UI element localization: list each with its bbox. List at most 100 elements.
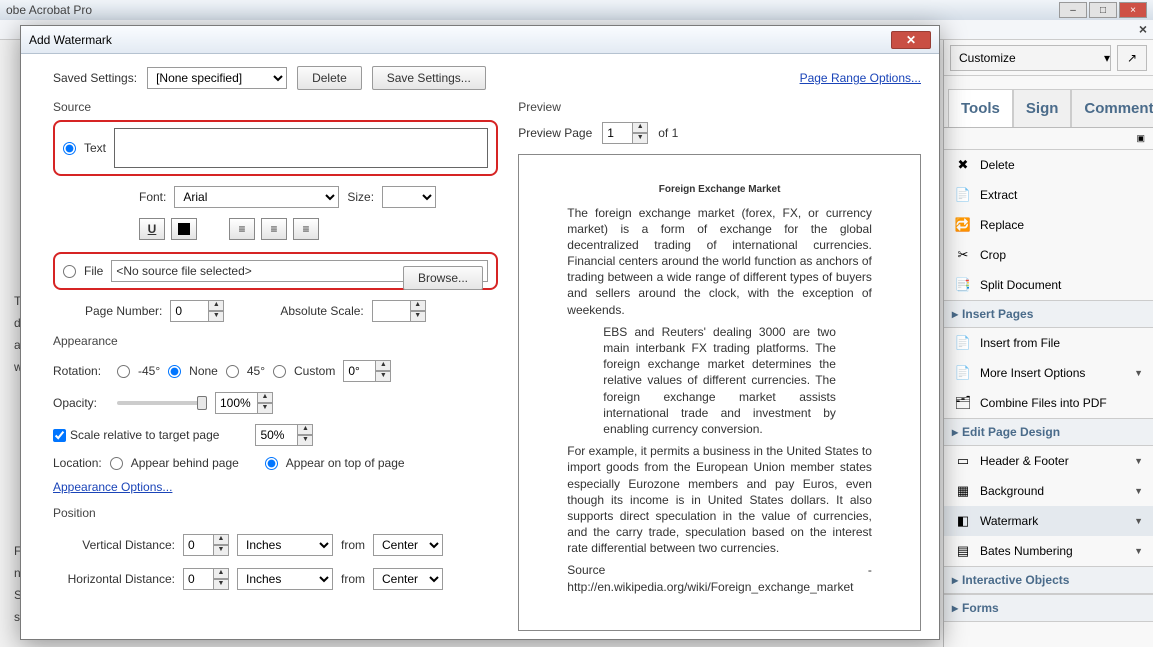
preview-text: The foreign exchange market (forex, FX, … (567, 205, 872, 318)
chevron-down-icon: ▾ (1104, 51, 1110, 65)
opacity-slider[interactable] (117, 401, 207, 405)
text-color-button[interactable] (171, 218, 197, 240)
panel-heading-forms[interactable]: ▸Forms (944, 594, 1153, 622)
panel-item-bates-numbering[interactable]: ▤Bates Numbering▼ (944, 536, 1153, 566)
rotation-none-radio[interactable] (168, 365, 181, 378)
panel-item-label: Crop (980, 248, 1006, 262)
panel-item-crop[interactable]: ✂Crop (944, 240, 1153, 270)
preview-page-spinner[interactable]: ▲▼ (632, 122, 648, 144)
panel-item-replace[interactable]: 🔁Replace (944, 210, 1153, 240)
rotation-custom-radio[interactable] (273, 365, 286, 378)
vdist-unit-select[interactable]: Inches (237, 534, 333, 556)
appearance-options-link[interactable]: Appearance Options... (53, 480, 498, 494)
tab-comment[interactable]: Comment (1071, 89, 1153, 127)
rotation-value-input[interactable] (343, 360, 375, 382)
opacity-spinner[interactable]: ▲▼ (257, 392, 273, 414)
tab-tools[interactable]: Tools (948, 89, 1013, 127)
customize-label: Customize (959, 51, 1016, 65)
scale-value-input[interactable] (255, 424, 297, 446)
hdist-unit-select[interactable]: Inches (237, 568, 333, 590)
preview-text: For example, it permits a business in th… (567, 443, 872, 556)
align-left-button[interactable]: ≡ (229, 218, 255, 240)
chevron-icon: ▸ (952, 307, 958, 321)
panel-item-label: Watermark (980, 514, 1038, 528)
panel-item-extract[interactable]: 📄Extract (944, 180, 1153, 210)
browse-button[interactable]: Browse... (403, 266, 483, 290)
source-text-label: Text (84, 141, 106, 155)
vertical-distance-input[interactable] (183, 534, 213, 556)
panel-item-icon: ◧ (954, 512, 972, 530)
source-text-radio[interactable] (63, 142, 76, 155)
dialog-titlebar: Add Watermark ✕ (21, 26, 939, 54)
panel-item-combine-files-into-pdf[interactable]: 🗂Combine Files into PDF (944, 388, 1153, 418)
size-select[interactable] (382, 186, 436, 208)
panel-item-header-footer[interactable]: ▭Header & Footer▼ (944, 446, 1153, 476)
scale-relative-checkbox-wrap[interactable]: Scale relative to target page (53, 428, 219, 442)
panel-item-icon: 📑 (954, 276, 972, 294)
saved-settings-select[interactable]: [None specified] (147, 67, 287, 89)
tab-sign[interactable]: Sign (1013, 89, 1072, 127)
font-select[interactable]: Arial (174, 186, 339, 208)
location-ontop-radio[interactable] (265, 457, 278, 470)
hdist-spinner[interactable]: ▲▼ (213, 568, 229, 590)
slider-thumb[interactable] (197, 396, 207, 410)
preview-page-input[interactable] (602, 122, 632, 144)
save-settings-button[interactable]: Save Settings... (372, 66, 486, 90)
source-file-radio[interactable] (63, 265, 76, 278)
scale-spinner[interactable]: ▲▼ (297, 424, 313, 446)
panel-heading-insert-pages[interactable]: ▸Insert Pages (944, 300, 1153, 328)
delete-button[interactable]: Delete (297, 66, 362, 90)
underline-button[interactable]: U (139, 218, 165, 240)
opacity-value-input[interactable] (215, 392, 257, 414)
rotation-spinner[interactable]: ▲▼ (375, 360, 391, 382)
panel-item-icon: ▦ (954, 482, 972, 500)
hdist-from-label: from (341, 572, 365, 586)
absolute-scale-spinner[interactable]: ▲▼ (410, 300, 426, 322)
rotation-n45-radio[interactable] (117, 365, 130, 378)
align-right-button[interactable]: ≡ (293, 218, 319, 240)
rotation-p45-radio[interactable] (226, 365, 239, 378)
watermark-text-input[interactable] (114, 128, 488, 168)
page-number-spinner[interactable]: ▲▼ (208, 300, 224, 322)
window-minimize-button[interactable]: – (1059, 2, 1087, 18)
customize-button[interactable]: Customize ▾ (950, 45, 1111, 71)
panel-item-split-document[interactable]: 📑Split Document (944, 270, 1153, 300)
absolute-scale-input[interactable] (372, 300, 410, 322)
panel-item-watermark[interactable]: ◧Watermark▼ (944, 506, 1153, 536)
page-range-options-link[interactable]: Page Range Options... (800, 71, 921, 85)
panel-item-background[interactable]: ▦Background▼ (944, 476, 1153, 506)
chevron-down-icon: ▼ (1134, 486, 1143, 496)
window-close-button[interactable]: × (1119, 2, 1147, 18)
vertical-distance-label: Vertical Distance: (53, 538, 175, 552)
main-window: obe Acrobat Pro – □ × × T d a w F n S sp (0, 0, 1153, 647)
preview-of-label: of 1 (658, 126, 678, 140)
vdist-from-label: from (341, 538, 365, 552)
vdist-spinner[interactable]: ▲▼ (213, 534, 229, 556)
page-number-input[interactable] (170, 300, 208, 322)
hdist-ref-select[interactable]: Center (373, 568, 443, 590)
opacity-label: Opacity: (53, 396, 109, 410)
panel-item-delete[interactable]: ✖Delete (944, 150, 1153, 180)
align-center-button[interactable]: ≡ (261, 218, 287, 240)
panel-heading-edit-page-design[interactable]: ▸Edit Page Design (944, 418, 1153, 446)
panel-item-label: Bates Numbering (980, 544, 1073, 558)
expand-arrow-button[interactable]: ↗ (1117, 45, 1147, 71)
add-watermark-dialog: Add Watermark ✕ Saved Settings: [None sp… (20, 25, 940, 640)
vdist-ref-select[interactable]: Center (373, 534, 443, 556)
panel-collapse-icon[interactable]: ▣ (1136, 133, 1145, 144)
panel-item-icon: ▭ (954, 452, 972, 470)
document-close-button[interactable]: × (1139, 21, 1147, 37)
scale-relative-checkbox[interactable] (53, 429, 66, 442)
window-maximize-button[interactable]: □ (1089, 2, 1117, 18)
panel-heading-interactive-objects[interactable]: ▸Interactive Objects (944, 566, 1153, 594)
panel-collapse-row: ▣ (944, 128, 1153, 150)
tools-right-panel: Customize ▾ ↗ Tools Sign Comment ▣ ✖Dele… (943, 40, 1153, 647)
horizontal-distance-input[interactable] (183, 568, 213, 590)
panel-item-insert-from-file[interactable]: 📄Insert from File (944, 328, 1153, 358)
panel-item-more-insert-options[interactable]: 📄More Insert Options▼ (944, 358, 1153, 388)
panel-item-label: More Insert Options (980, 366, 1085, 380)
location-behind-label: Appear behind page (131, 456, 239, 470)
dialog-close-button[interactable]: ✕ (891, 31, 931, 49)
panel-item-icon: 📄 (954, 334, 972, 352)
location-behind-radio[interactable] (110, 457, 123, 470)
